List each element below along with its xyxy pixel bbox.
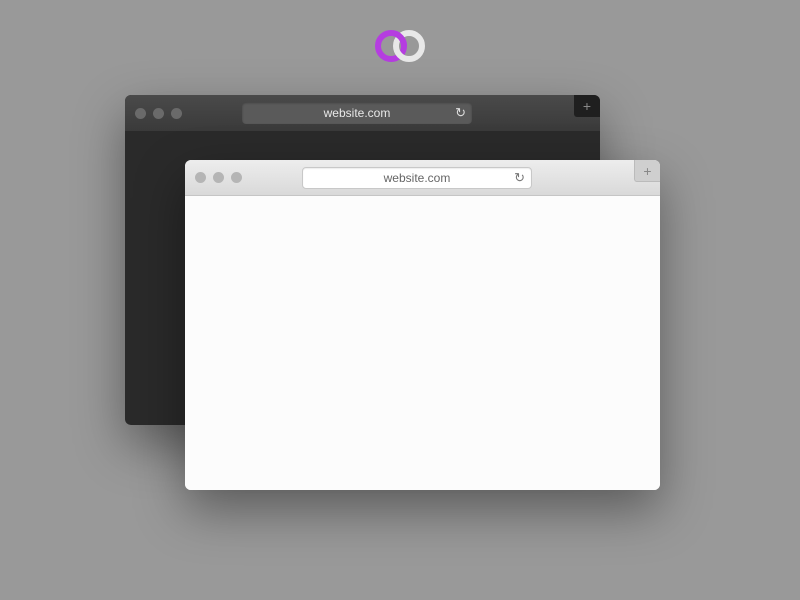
url-text: website.com <box>384 171 451 185</box>
traffic-lights <box>135 108 182 119</box>
page-content <box>185 196 660 490</box>
dark-toolbar: website.com ↻ <box>125 95 600 131</box>
light-toolbar: website.com ↻ + <box>185 160 660 196</box>
url-bar[interactable]: website.com ↻ <box>242 102 472 124</box>
close-button[interactable] <box>195 172 206 183</box>
close-button[interactable] <box>135 108 146 119</box>
url-text: website.com <box>324 106 391 120</box>
minimize-button[interactable] <box>153 108 164 119</box>
plus-icon: + <box>643 163 651 179</box>
maximize-button[interactable] <box>231 172 242 183</box>
light-browser-window: website.com ↻ + <box>185 160 660 490</box>
new-tab-button[interactable]: + <box>574 95 600 117</box>
maximize-button[interactable] <box>171 108 182 119</box>
minimize-button[interactable] <box>213 172 224 183</box>
plus-icon: + <box>583 98 591 114</box>
reload-icon[interactable]: ↻ <box>455 105 466 121</box>
url-bar[interactable]: website.com ↻ <box>302 167 532 189</box>
reload-icon[interactable]: ↻ <box>514 170 525 186</box>
interlocking-rings-logo <box>370 28 430 69</box>
new-tab-button[interactable]: + <box>634 160 660 182</box>
traffic-lights <box>195 172 242 183</box>
